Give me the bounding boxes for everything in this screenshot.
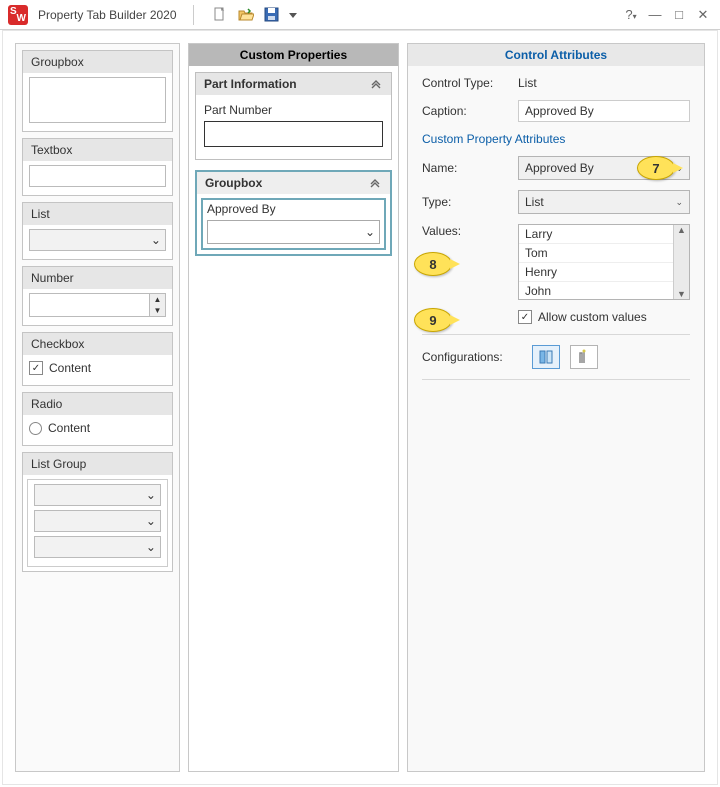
attributes-panel: Control Attributes Control Type: List Ca… [407,43,705,772]
field-label: Part Number [204,103,383,117]
spin-down-icon: ▼ [150,305,165,316]
palette-head: List Group [23,453,172,475]
name-value: Approved By [525,161,594,175]
control-type-value: List [518,76,537,90]
allow-custom-label: Allow custom values [538,310,647,324]
values-listbox[interactable]: Larry Tom Henry John ▲▼ [518,224,690,300]
name-label: Name: [422,161,508,175]
config-option-2[interactable] [570,345,598,369]
callout-9: 9 [414,308,452,332]
group-groupbox-selected[interactable]: Groupbox Approved By ⌄ [195,170,392,256]
save-icon[interactable] [262,5,282,25]
panel-title: Control Attributes [408,44,704,66]
spin-up-icon: ▲ [150,294,165,305]
palette-preview: ⌄ [29,229,166,251]
list-item[interactable]: Larry [519,225,673,244]
type-label: Type: [422,195,508,209]
list-item[interactable]: John [519,282,673,300]
palette-groupbox[interactable]: Groupbox [22,50,173,132]
window-title: Property Tab Builder 2020 [34,8,177,22]
group-title: Part Information [204,77,297,91]
collapse-icon[interactable] [368,176,382,190]
maximize-button[interactable]: □ [670,7,688,22]
group-part-information[interactable]: Part Information Part Number [195,72,392,160]
section-heading: Custom Property Attributes [422,132,690,146]
checkbox-icon: ✓ [29,361,43,375]
palette-preview [29,77,166,123]
chevron-down-icon: ⌄ [146,488,156,502]
palette-listgroup[interactable]: List Group ⌄ ⌄ ⌄ [22,452,173,572]
open-file-icon[interactable] [236,5,256,25]
palette-head: Groupbox [23,51,172,73]
help-button[interactable]: ?▾ [622,7,640,22]
palette-preview: ⌄ [34,536,161,558]
palette-radio[interactable]: Radio Content [22,392,173,446]
palette-head: List [23,203,172,225]
control-type-label: Control Type: [422,76,508,90]
palette-head: Textbox [23,139,172,161]
new-file-icon[interactable] [210,5,230,25]
palette-checkbox[interactable]: Checkbox ✓ Content [22,332,173,386]
approved-by-select[interactable]: ⌄ [207,220,380,244]
callout-8: 8 [414,252,452,276]
minimize-button[interactable]: — [646,7,664,22]
caption-input[interactable]: Approved By [518,100,690,122]
chevron-down-icon: ⌄ [151,233,161,247]
app-icon [8,5,28,25]
palette-preview: ⌄ [34,510,161,532]
panel-title: Custom Properties [189,44,398,66]
divider [193,5,194,25]
allow-custom-checkbox[interactable]: ✓ [518,310,532,324]
chevron-down-icon: ⌄ [675,197,683,208]
part-number-input[interactable] [204,121,383,147]
scrollbar[interactable]: ▲▼ [673,225,689,299]
palette-list[interactable]: List ⌄ [22,202,173,260]
scroll-up-icon: ▲ [677,225,686,235]
workspace: Groupbox Textbox List ⌄ Number ▲▼ Checkb… [2,30,718,785]
field-label: Approved By [207,202,380,216]
designer-panel: Custom Properties Part Information Part … [188,43,399,772]
close-button[interactable]: ✕ [694,7,712,23]
name-combo[interactable]: Approved By ⌄ 7 [518,156,690,180]
palette-number[interactable]: Number ▲▼ [22,266,173,326]
palette-preview: ⌄ [34,484,161,506]
window-titlebar: Property Tab Builder 2020 ?▾ — □ ✕ [0,0,720,30]
group-title: Groupbox [205,176,262,190]
callout-7: 7 [637,156,675,180]
list-item[interactable]: Tom [519,244,673,263]
radio-icon [29,422,42,435]
palette-panel: Groupbox Textbox List ⌄ Number ▲▼ Checkb… [15,43,180,772]
values-label: Values: [422,224,508,238]
caption-label: Caption: [422,104,508,118]
scroll-down-icon: ▼ [677,289,686,299]
list-item[interactable]: Henry [519,263,673,282]
palette-head: Radio [23,393,172,415]
chevron-down-icon: ⌄ [146,540,156,554]
config-option-1[interactable] [532,345,560,369]
palette-textbox[interactable]: Textbox [22,138,173,196]
palette-preview [29,165,166,187]
type-value: List [525,195,544,209]
divider [422,334,690,335]
palette-label: Content [49,361,91,375]
configurations-label: Configurations: [422,350,522,364]
chevron-down-icon: ⌄ [365,225,375,239]
palette-label: Content [48,421,90,435]
collapse-icon[interactable] [369,77,383,91]
chevron-down-icon: ⌄ [146,514,156,528]
palette-head: Checkbox [23,333,172,355]
palette-preview: ▲▼ [29,293,166,317]
divider [422,379,690,380]
type-combo[interactable]: List ⌄ [518,190,690,214]
palette-head: Number [23,267,172,289]
save-dropdown-icon[interactable] [288,5,298,25]
